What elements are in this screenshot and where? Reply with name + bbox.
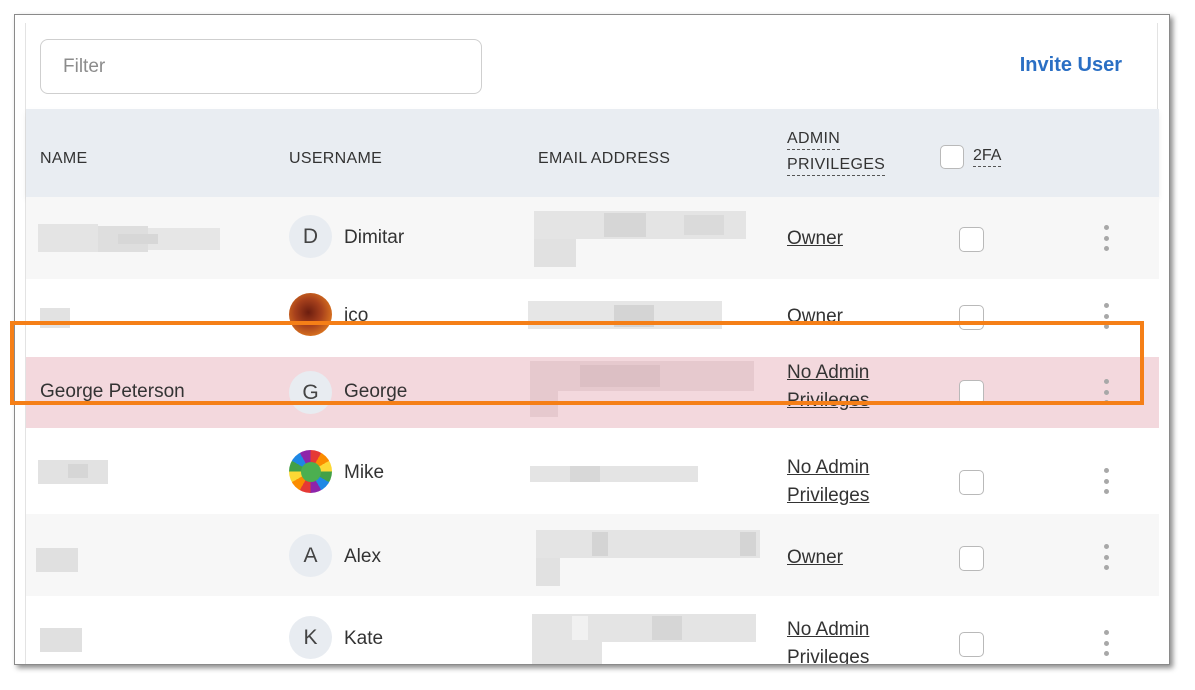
- filter-input[interactable]: [40, 39, 482, 94]
- table-row-selected: George Peterson G George No Admin Privile…: [26, 357, 1159, 428]
- username: Dimitar: [344, 227, 405, 248]
- username: Mike: [344, 462, 385, 483]
- redacted-name: [38, 460, 108, 484]
- row-actions-menu-icon[interactable]: [1099, 468, 1113, 494]
- table-row: ico Owner: [26, 279, 1159, 357]
- table-row: A Alex Owner: [26, 514, 1159, 596]
- user-management-window: Invite User NAME USERNAME EMAIL ADDRESS …: [14, 14, 1170, 665]
- row-actions-menu-icon[interactable]: [1099, 379, 1113, 405]
- username: Alex: [344, 546, 381, 567]
- admin-privileges-link[interactable]: No Admin Privileges: [787, 454, 869, 510]
- 2fa-checkbox[interactable]: [959, 546, 984, 571]
- redacted-name: [36, 548, 78, 572]
- users-panel: Invite User NAME USERNAME EMAIL ADDRESS …: [25, 23, 1159, 664]
- redacted-name: [40, 308, 70, 328]
- table-row: Mike No Admin Privileges: [26, 428, 1159, 514]
- row-actions-menu-icon[interactable]: [1099, 303, 1113, 329]
- admin-privileges-link[interactable]: Owner: [787, 544, 843, 572]
- row-actions-menu-icon[interactable]: [1099, 225, 1113, 251]
- column-header-username[interactable]: USERNAME: [289, 150, 382, 168]
- 2fa-checkbox[interactable]: [959, 305, 984, 330]
- redacted-email: [530, 466, 698, 482]
- admin-header-line2: PRIVILEGES: [787, 155, 886, 176]
- 2fa-checkbox[interactable]: [959, 632, 984, 657]
- admin-header-line1: ADMIN: [787, 129, 841, 150]
- 2fa-checkbox[interactable]: [959, 470, 984, 495]
- username: Kate: [344, 628, 384, 649]
- avatar-image: [289, 450, 332, 493]
- redacted-name: [40, 628, 82, 652]
- avatar: K: [289, 616, 332, 659]
- invite-user-button[interactable]: Invite User: [1020, 54, 1122, 77]
- avatar: G: [289, 371, 332, 414]
- avatar-image: [289, 293, 332, 336]
- column-header-admin-privileges[interactable]: ADMIN PRIVILEGES: [787, 126, 886, 178]
- redacted-email: [532, 614, 756, 664]
- admin-privileges-link[interactable]: Owner: [787, 303, 843, 331]
- admin-privileges-link[interactable]: No Admin Privileges: [787, 359, 869, 415]
- table-header: NAME USERNAME EMAIL ADDRESS ADMIN PRIVIL…: [26, 109, 1159, 197]
- username: ico: [344, 305, 369, 326]
- redacted-email: [530, 361, 754, 417]
- table-row: K Kate No Admin Privileges: [26, 596, 1159, 664]
- table-row: D Dimitar Owner: [26, 197, 1159, 279]
- 2fa-checkbox[interactable]: [959, 227, 984, 252]
- select-all-2fa-checkbox[interactable]: [940, 145, 964, 169]
- redacted-email: [534, 211, 746, 267]
- redacted-name: [38, 224, 220, 254]
- admin-privileges-link[interactable]: Owner: [787, 225, 843, 253]
- column-header-email[interactable]: EMAIL ADDRESS: [538, 150, 670, 168]
- 2fa-header-label[interactable]: 2FA: [973, 146, 1002, 167]
- row-actions-menu-icon[interactable]: [1099, 544, 1113, 570]
- 2fa-checkbox[interactable]: [959, 380, 984, 405]
- username: George: [344, 381, 408, 402]
- user-full-name: George Peterson: [40, 381, 185, 402]
- redacted-email: [536, 530, 760, 586]
- redacted-email: [528, 301, 722, 329]
- row-actions-menu-icon[interactable]: [1099, 630, 1113, 656]
- admin-privileges-link[interactable]: No Admin Privileges: [787, 616, 869, 664]
- avatar: A: [289, 534, 332, 577]
- column-header-name[interactable]: NAME: [40, 150, 87, 168]
- avatar: D: [289, 215, 332, 258]
